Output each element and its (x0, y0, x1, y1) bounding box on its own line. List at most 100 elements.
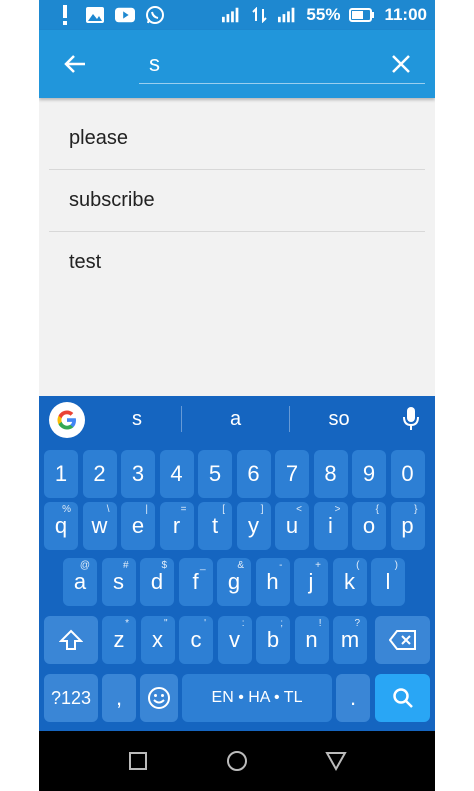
key-hint: @ (79, 560, 90, 571)
number-key[interactable]: 2 (82, 450, 117, 498)
key-label: 8 (324, 461, 337, 486)
key-label: d (150, 569, 164, 594)
key-hint: ? (354, 618, 360, 629)
key-hint: ; (280, 618, 283, 629)
letter-key[interactable]: i > (313, 502, 348, 550)
key-hint: \ (106, 504, 110, 515)
back-nav-button[interactable] (321, 746, 351, 776)
emoji-key[interactable] (140, 674, 178, 722)
key-label: u (285, 513, 299, 538)
letter-key[interactable]: b; (256, 616, 290, 664)
smiley-icon (148, 687, 170, 709)
key-hint: ( (356, 560, 360, 571)
key-hint: $ (161, 560, 167, 571)
number-key[interactable]: 3 (121, 450, 155, 498)
letter-key[interactable]: v: (217, 616, 252, 664)
key-label: g (227, 569, 241, 594)
number-key[interactable]: 9 (352, 450, 386, 498)
google-icon (57, 410, 76, 430)
letter-key[interactable]: r = (159, 502, 194, 550)
letter-key[interactable]: g & (217, 558, 251, 606)
number-key[interactable]: 5 (198, 450, 232, 498)
letter-key[interactable]: o{ (352, 502, 386, 550)
mic-button[interactable] (397, 404, 425, 434)
key-label: a (73, 569, 87, 594)
key-label: c (190, 627, 202, 652)
letter-key[interactable]: a @ (63, 558, 97, 606)
clear-button[interactable] (383, 46, 419, 82)
letter-key[interactable]: q% (44, 502, 78, 550)
letter-key[interactable]: e | (121, 502, 155, 550)
keyboard-suggestion[interactable]: so (290, 396, 388, 442)
back-button[interactable] (57, 46, 93, 82)
search-key[interactable] (375, 674, 430, 722)
comma-key[interactable]: , (102, 674, 136, 722)
suggestion-item[interactable]: subscribe (49, 170, 425, 232)
google-button[interactable] (49, 402, 85, 438)
number-key[interactable]: 0 (390, 450, 425, 498)
suggestion-item[interactable]: please (49, 108, 425, 170)
keyboard-suggestion[interactable]: a (182, 396, 289, 442)
key-label: t (211, 513, 219, 538)
shift-key[interactable] (44, 616, 98, 664)
keyboard-suggestion[interactable]: s (93, 396, 181, 442)
key-label: h (266, 569, 279, 594)
letter-key[interactable]: h- (255, 558, 290, 606)
key-hint: [ (222, 504, 225, 515)
symbols-key[interactable]: ?123 (44, 674, 98, 722)
letter-key[interactable]: n! (294, 616, 329, 664)
letter-key[interactable]: z * (102, 616, 136, 664)
letter-key[interactable]: w \ (82, 502, 117, 550)
close-icon (392, 55, 410, 73)
key-hint: # (122, 560, 129, 571)
letter-key[interactable]: m? (333, 616, 367, 664)
key-label: , (115, 685, 123, 710)
number-key[interactable]: 4 (159, 450, 194, 498)
key-hint: * (125, 618, 129, 629)
key-label: r (172, 513, 181, 538)
letter-key[interactable]: x " (140, 616, 175, 664)
number-key[interactable]: 7 (275, 450, 309, 498)
key-label: k (344, 569, 355, 594)
key-label: j (308, 569, 314, 594)
letter-key[interactable]: c ' (179, 616, 213, 664)
keyboard: s a so 1 2 3 4 5 6 7 8 9 0 q% w \ e | r = t[y] u < i > o{p} a @ s… (39, 396, 435, 731)
number-key[interactable]: 1 (44, 450, 78, 498)
signal-2-icon (278, 5, 298, 25)
key-label: p (401, 513, 414, 538)
key-label: l (385, 569, 391, 594)
backspace-icon (388, 630, 416, 650)
letter-key[interactable]: y] (236, 502, 271, 550)
letter-key[interactable]: j + (294, 558, 328, 606)
home-button[interactable] (222, 746, 252, 776)
status-right: 55% 11:00 (222, 5, 427, 25)
recents-button[interactable] (123, 746, 153, 776)
key-hint: + (315, 560, 321, 571)
letter-key[interactable]: s # (101, 558, 136, 606)
key-label: 7 (285, 461, 299, 486)
backspace-key[interactable] (375, 616, 430, 664)
key-hint: { (375, 504, 379, 515)
alert-icon (55, 5, 75, 25)
space-key[interactable]: EN • HA • TL (182, 674, 332, 722)
letter-key[interactable]: f _ (178, 558, 213, 606)
suggestion-item[interactable]: test (49, 232, 425, 293)
letter-key[interactable]: t[ (198, 502, 232, 550)
phone-screen: 55% 11:00 please subscribe test (39, 0, 435, 791)
status-bar: 55% 11:00 (39, 0, 435, 30)
key-label: x (152, 627, 163, 652)
letter-key[interactable]: d $ (140, 558, 174, 606)
number-key[interactable]: 8 (313, 450, 348, 498)
period-key[interactable]: . (336, 674, 370, 722)
key-label: 9 (362, 461, 376, 486)
letter-key[interactable]: p} (390, 502, 425, 550)
key-hint: ! (318, 618, 322, 629)
letter-key[interactable]: u < (275, 502, 309, 550)
key-label: v (229, 627, 240, 652)
key-label: i (328, 513, 333, 538)
letter-key[interactable]: k( (332, 558, 367, 606)
letter-key[interactable]: l) (371, 558, 405, 606)
key-hint: " (163, 618, 168, 629)
number-key[interactable]: 6 (236, 450, 271, 498)
key-hint: ' (204, 618, 206, 629)
